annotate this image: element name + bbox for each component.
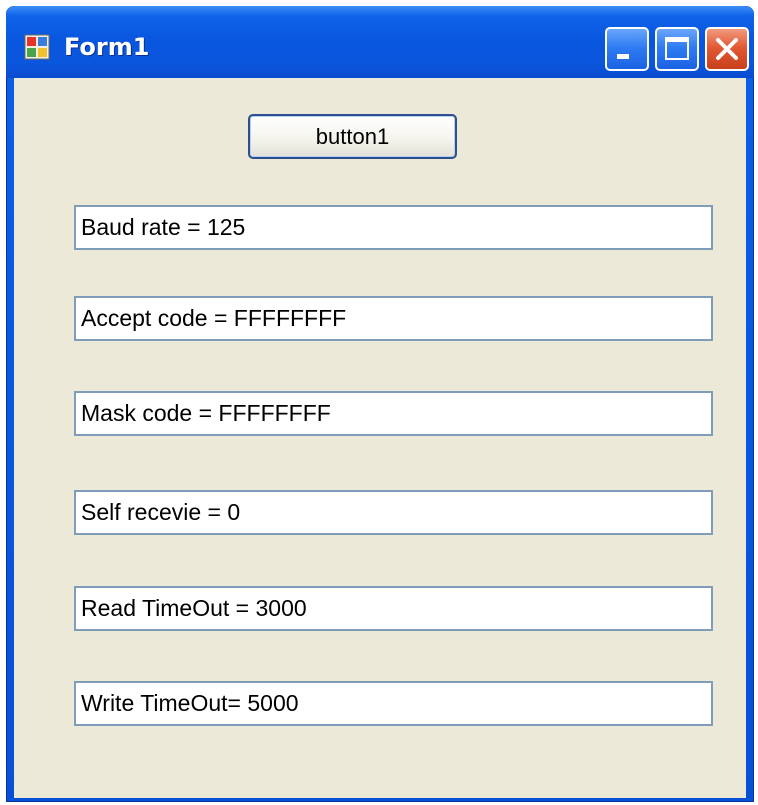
maximize-button[interactable] [655, 27, 699, 71]
form-client-area: button1 Baud rate = 125 Accept code = FF… [14, 78, 746, 798]
minimize-button[interactable] [605, 27, 649, 71]
form1-window: Form1 button1 Baud rate = 125 Accept cod… [6, 6, 754, 802]
baud-rate-textbox[interactable]: Baud rate = 125 [74, 205, 713, 250]
read-timeout-textbox[interactable]: Read TimeOut = 3000 [74, 586, 713, 631]
window-title: Form1 [64, 33, 150, 61]
self-receive-textbox[interactable]: Self recevie = 0 [74, 490, 713, 535]
close-icon [716, 38, 738, 60]
minimize-icon [617, 54, 629, 59]
maximize-icon [665, 37, 689, 60]
mask-code-textbox[interactable]: Mask code = FFFFFFFF [74, 391, 713, 436]
accept-code-textbox[interactable]: Accept code = FFFFFFFF [74, 296, 713, 341]
form-app-icon[interactable] [24, 34, 50, 60]
button1[interactable]: button1 [248, 114, 457, 159]
close-button[interactable] [705, 27, 749, 71]
write-timeout-textbox[interactable]: Write TimeOut= 5000 [74, 681, 713, 726]
title-bar[interactable]: Form1 [6, 6, 754, 78]
